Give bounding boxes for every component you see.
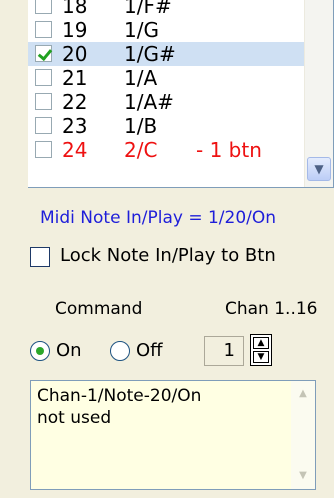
list-item[interactable]: 23 1/B — [28, 114, 305, 138]
row-note-number: 22 — [62, 90, 88, 114]
message-text: Chan-1/Note-20/On not used — [37, 386, 202, 428]
row-note-number: 19 — [62, 18, 88, 42]
midi-note-status: Midi Note In/Play = 1/20/On — [40, 208, 277, 228]
scroll-up-icon[interactable]: ▲ — [295, 385, 311, 403]
row-note-name: 1/A — [124, 66, 158, 90]
command-on-label[interactable]: On — [56, 339, 82, 363]
row-note-name: 2/C — [124, 138, 158, 162]
arrow-up-icon: ▲ — [257, 338, 265, 348]
row-note-number: 21 — [62, 66, 88, 90]
channel-value-field[interactable]: 1 — [204, 336, 244, 366]
message-box[interactable]: Chan-1/Note-20/On not used ▲ ▼ — [30, 380, 316, 490]
list-item[interactable]: 24 2/C - 1 btn — [28, 138, 305, 162]
chevron-down-icon: ▼ — [314, 162, 324, 176]
lock-note-checkbox[interactable] — [30, 247, 50, 267]
row-checkbox[interactable] — [35, 69, 52, 86]
lock-note-label[interactable]: Lock Note In/Play to Btn — [60, 244, 276, 268]
row-checkbox[interactable] — [35, 117, 52, 134]
arrow-down-icon: ▼ — [257, 352, 265, 362]
channel-spinner[interactable]: ▲ ▼ — [250, 334, 272, 366]
row-note-number: 18 — [62, 0, 88, 18]
row-note-number: 23 — [62, 114, 88, 138]
row-checkbox[interactable] — [35, 93, 52, 110]
command-off-label[interactable]: Off — [136, 339, 163, 363]
command-label: Command — [55, 299, 143, 319]
row-extra-info: - 1 btn — [196, 138, 262, 162]
list-item[interactable]: 19 1/G — [28, 18, 305, 42]
list-item[interactable]: 21 1/A — [28, 66, 305, 90]
scroll-down-button[interactable]: ▼ — [307, 157, 331, 181]
note-list-scrollbar[interactable]: ▼ — [304, 0, 333, 187]
row-note-name: 1/G# — [124, 42, 176, 66]
row-note-name: 1/F# — [124, 0, 172, 18]
row-note-name: 1/G — [124, 18, 159, 42]
scroll-down-icon[interactable]: ▼ — [295, 467, 311, 485]
row-note-name: 1/A# — [124, 90, 174, 114]
spin-up-button[interactable]: ▲ — [253, 337, 269, 349]
row-note-name: 1/B — [124, 114, 158, 138]
list-item[interactable]: 20 1/G# — [28, 42, 305, 66]
row-checkbox[interactable] — [35, 0, 52, 14]
row-note-number: 20 — [62, 42, 88, 66]
row-checkbox[interactable] — [35, 21, 52, 38]
row-checkbox[interactable] — [35, 45, 52, 62]
command-on-radio[interactable] — [30, 341, 50, 361]
note-list[interactable]: 18 1/F# 19 1/G 20 1/G# 21 1/A 22 1/A# 23 1/B 24 2/C - … — [28, 0, 334, 188]
row-note-number: 24 — [62, 138, 88, 162]
list-item[interactable]: 18 1/F# — [28, 0, 305, 18]
spin-down-button[interactable]: ▼ — [253, 351, 269, 363]
message-scrollbar[interactable]: ▲ ▼ — [291, 381, 315, 489]
channel-label: Chan 1..16 — [225, 299, 318, 319]
row-checkbox[interactable] — [35, 141, 52, 158]
command-off-radio[interactable] — [110, 341, 130, 361]
list-item[interactable]: 22 1/A# — [28, 90, 305, 114]
